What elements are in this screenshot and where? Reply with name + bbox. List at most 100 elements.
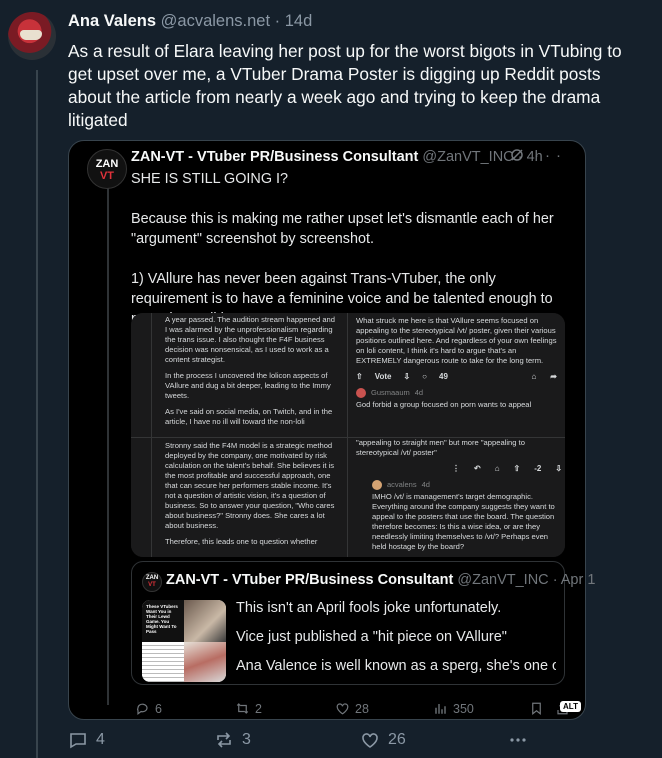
- repost-icon: [217, 732, 231, 748]
- more-icon[interactable]: ···: [534, 147, 567, 164]
- more-icon: [510, 738, 526, 742]
- thumbnail-article: [142, 642, 184, 682]
- quote-like-button[interactable]: 28: [335, 701, 369, 716]
- quote-handle[interactable]: @ZanVT_INC: [422, 149, 513, 165]
- nested-thumbnail[interactable]: These VTubers Want You in Their Lewd Gam…: [142, 600, 226, 682]
- upvote-icon: ⇧: [356, 372, 363, 381]
- reply-username: acvalens: [387, 480, 417, 489]
- reply-icon: [70, 733, 86, 749]
- quote-reply-button[interactable]: 6: [135, 701, 162, 716]
- nested-quoted-post[interactable]: ZAN VT ZAN-VT - VTuber PR/Business Consu…: [131, 561, 595, 685]
- reply-icon: ↶: [474, 464, 481, 473]
- reply-age: 4d: [421, 480, 430, 489]
- like-button[interactable]: 26: [360, 730, 406, 750]
- quote-like-count: 28: [355, 701, 369, 716]
- repost-button[interactable]: 3: [214, 730, 251, 750]
- nested-line: Ana Valence is well known as a sperg, sh…: [236, 658, 556, 674]
- downvote-icon: ⇩: [555, 464, 563, 473]
- share-icon: ➦: [550, 372, 557, 381]
- media-panel-4[interactable]: "appealing to straight men" but more "ap…: [347, 437, 565, 557]
- author-handle[interactable]: @acvalens.net: [161, 12, 270, 30]
- heart-icon: [362, 733, 378, 748]
- author-name[interactable]: Ana Valens: [68, 12, 156, 30]
- panel-paragraph: Therefore, this leads one to question wh…: [165, 537, 318, 546]
- quoted-post[interactable]: ZAN VT ZAN-VT - VTuber PR/Business Consu…: [68, 140, 595, 721]
- reply-text: God forbid a group focused on porn wants…: [356, 400, 532, 409]
- panel-paragraph: A year passed. The audition stream happe…: [165, 315, 335, 364]
- media-panel-3[interactable]: Stronny said the F4M model is a strategi…: [131, 437, 347, 557]
- quote-view-count: 350: [453, 701, 474, 716]
- panel-paragraph: What struck me here is that VAllure seem…: [356, 316, 557, 365]
- nested-author-name: ZAN-VT - VTuber PR/Business Consultant: [166, 572, 454, 588]
- quote-repost-count: 2: [255, 701, 262, 716]
- repost-count: 3: [242, 731, 251, 748]
- quote-bookmark-button[interactable]: [529, 701, 544, 716]
- avatar-text-top: ZAN: [145, 575, 159, 581]
- quote-tools: ···: [510, 147, 567, 164]
- panel-paragraph: As I've said on social media, on Twitch,…: [165, 407, 333, 426]
- more-button[interactable]: [508, 730, 528, 750]
- avatar-text-bottom: VT: [148, 582, 156, 588]
- reply-button[interactable]: 4: [68, 730, 105, 750]
- bookmark-icon: [532, 702, 541, 715]
- nested-time: Apr 1: [560, 572, 596, 588]
- post-actions: 4 3 26: [68, 730, 538, 752]
- thumbnail-photo: [184, 600, 226, 642]
- post-text: As a result of Elara leaving her post up…: [68, 41, 622, 130]
- reddit-avatar-icon: [372, 480, 382, 490]
- separator: ·: [274, 12, 281, 30]
- panel-paragraph: In the process I uncovered the lolicon a…: [165, 371, 331, 400]
- quote-header: ZAN-VT - VTuber PR/Business Consultant @…: [131, 149, 543, 165]
- reddit-avatar-icon: [356, 388, 366, 398]
- divider: [151, 313, 152, 437]
- reply-user: Gusmaaum 4d: [356, 388, 557, 398]
- more-icon: ⋮: [452, 464, 460, 473]
- avatar[interactable]: [8, 12, 56, 60]
- quote-views-button[interactable]: 350: [433, 701, 474, 716]
- downvote-icon: ⇩: [403, 372, 411, 381]
- thread-line: [36, 70, 38, 758]
- vote-row: ⋮ ↶ ⌂ ⇧ -2 ⇩: [356, 464, 562, 474]
- heart-icon: [336, 703, 349, 715]
- post-time[interactable]: 14d: [285, 12, 313, 30]
- reply-icon: [137, 703, 148, 715]
- divider: [151, 438, 152, 557]
- vote-row: ⇧ Vote ⇩ ○ 49 ⌂ ➦: [356, 372, 557, 382]
- panel-paragraph: Stronny said the F4M model is a strategi…: [165, 441, 335, 530]
- quote-author-name[interactable]: ZAN-VT - VTuber PR/Business Consultant: [131, 149, 418, 165]
- vote-label: Vote: [374, 372, 392, 381]
- reply-text: IMHO /vt/ is management's target demogra…: [372, 492, 555, 551]
- quote-reply-count: 6: [155, 701, 162, 716]
- quote-repost-button[interactable]: 2: [235, 701, 262, 716]
- nested-line: This isn't an April fools joke unfortuna…: [236, 600, 502, 616]
- avatar-text-bottom: VT: [99, 170, 115, 182]
- quote-actions: 6 2 28 350: [131, 701, 579, 721]
- grok-icon[interactable]: [510, 148, 524, 162]
- thumbnail-caption: These VTubers Want You in Their Lewd Gam…: [142, 600, 184, 642]
- nested-text: This isn't an April fools joke unfortuna…: [236, 598, 556, 685]
- screenshot-collage[interactable]: A year passed. The audition stream happe…: [131, 313, 565, 557]
- quote-thread-line: [107, 185, 109, 705]
- comment-icon: ○: [422, 372, 427, 381]
- separator: ·: [552, 572, 558, 588]
- nested-handle: @ZanVT_INC: [457, 572, 549, 588]
- score: -2: [534, 464, 542, 473]
- quote-avatar[interactable]: ZAN VT: [87, 149, 127, 189]
- reply-age: 4d: [414, 388, 424, 397]
- award-icon: ⌂: [531, 372, 537, 381]
- alt-badge[interactable]: ALT: [560, 701, 581, 712]
- nested-header: ZAN-VT - VTuber PR/Business Consultant @…: [166, 572, 595, 588]
- nested-avatar[interactable]: ZAN VT: [142, 572, 162, 592]
- thumbnail-photo: [184, 642, 226, 682]
- like-count: 26: [388, 731, 406, 748]
- repost-icon: [236, 703, 249, 714]
- media-panel-1[interactable]: A year passed. The audition stream happe…: [131, 313, 347, 437]
- nested-line: Vice just published a "hit piece on VAll…: [236, 629, 507, 645]
- comment-count: 49: [439, 372, 448, 381]
- reply-count: 4: [96, 731, 105, 748]
- media-panel-2[interactable]: What struck me here is that VAllure seem…: [347, 313, 565, 437]
- reply-username: Gusmaaum: [371, 388, 410, 397]
- reply-user: acvalens 4d: [356, 480, 557, 490]
- post-header: Ana Valens @acvalens.net · 14d: [68, 12, 312, 31]
- avatar-text-top: ZAN: [95, 158, 119, 170]
